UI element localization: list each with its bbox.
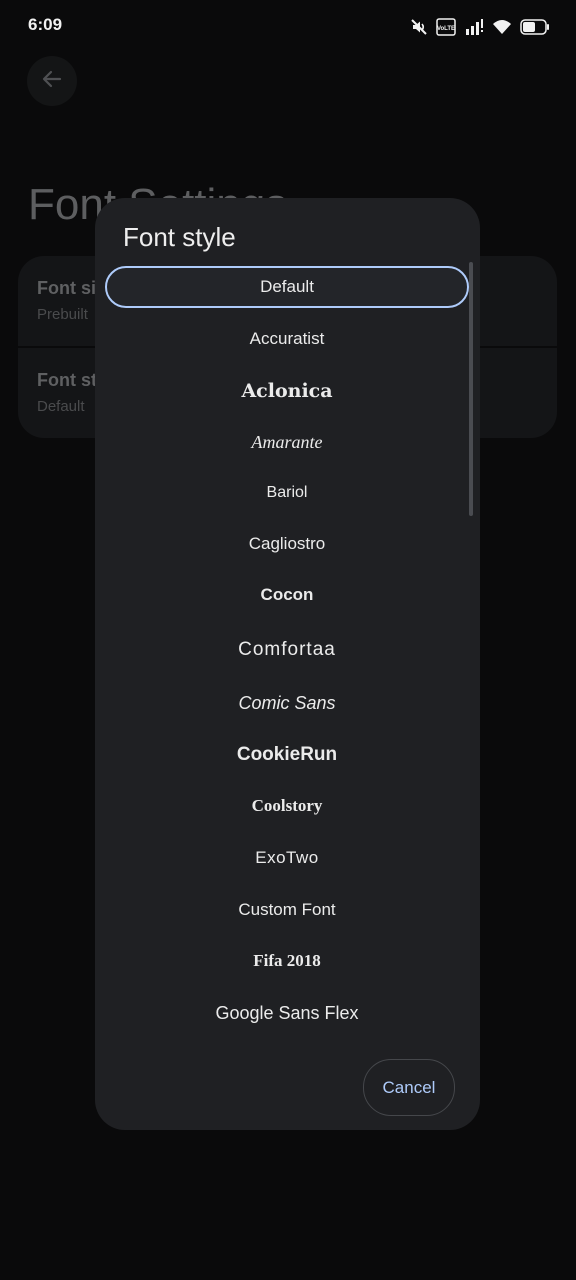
scrollbar[interactable] <box>469 262 473 516</box>
settings-row-subtitle: Default <box>37 398 85 415</box>
font-option-fifa-2018[interactable]: Fifa 2018 <box>105 940 469 982</box>
font-style-dialog: Font style Default Accuratist Aclonica A… <box>95 198 480 1130</box>
font-option-cocon[interactable]: Cocon <box>105 574 469 616</box>
settings-row-subtitle: Prebuilt <box>37 306 88 323</box>
font-option-default[interactable]: Default <box>105 266 469 308</box>
font-option-google-sans-flex[interactable]: Google Sans Flex <box>105 992 469 1034</box>
screen: 6:09 VoLTE Font Font size Prebuilt Font … <box>0 0 576 1280</box>
font-option-bariol[interactable]: Bariol <box>105 472 469 514</box>
status-icons: VoLTE <box>410 16 550 38</box>
font-option-coolstory[interactable]: Coolstory <box>105 785 469 827</box>
status-bar: 6:09 VoLTE <box>0 0 576 54</box>
font-list[interactable]: Default Accuratist Aclonica Amarante Bar… <box>95 262 480 1052</box>
font-option-comic-sans[interactable]: Comic Sans <box>105 682 469 724</box>
font-option-aclonica[interactable]: Aclonica <box>105 370 469 412</box>
dialog-title: Font style <box>123 222 236 252</box>
back-button[interactable] <box>27 56 77 106</box>
font-option-exotwo[interactable]: ExoTwo <box>105 837 469 879</box>
cancel-button[interactable]: Cancel <box>363 1059 455 1116</box>
volte-text: VoLTE <box>437 26 455 32</box>
arrow-left-icon <box>41 68 63 95</box>
mute-icon <box>410 18 428 36</box>
volte-icon: VoLTE <box>436 18 456 36</box>
wifi-icon <box>492 18 512 36</box>
battery-icon <box>520 18 550 36</box>
font-option-amarante[interactable]: Amarante <box>105 421 469 463</box>
status-time: 6:09 <box>28 15 63 34</box>
font-option-custom-font[interactable]: Custom Font <box>105 889 469 931</box>
font-option-comfortaa[interactable]: Comfortaa <box>105 629 469 671</box>
signal-icon <box>464 18 484 36</box>
font-option-cagliostro[interactable]: Cagliostro <box>105 523 469 565</box>
font-option-cookierun[interactable]: CookieRun <box>105 734 469 776</box>
font-option-accuratist[interactable]: Accuratist <box>105 318 469 360</box>
